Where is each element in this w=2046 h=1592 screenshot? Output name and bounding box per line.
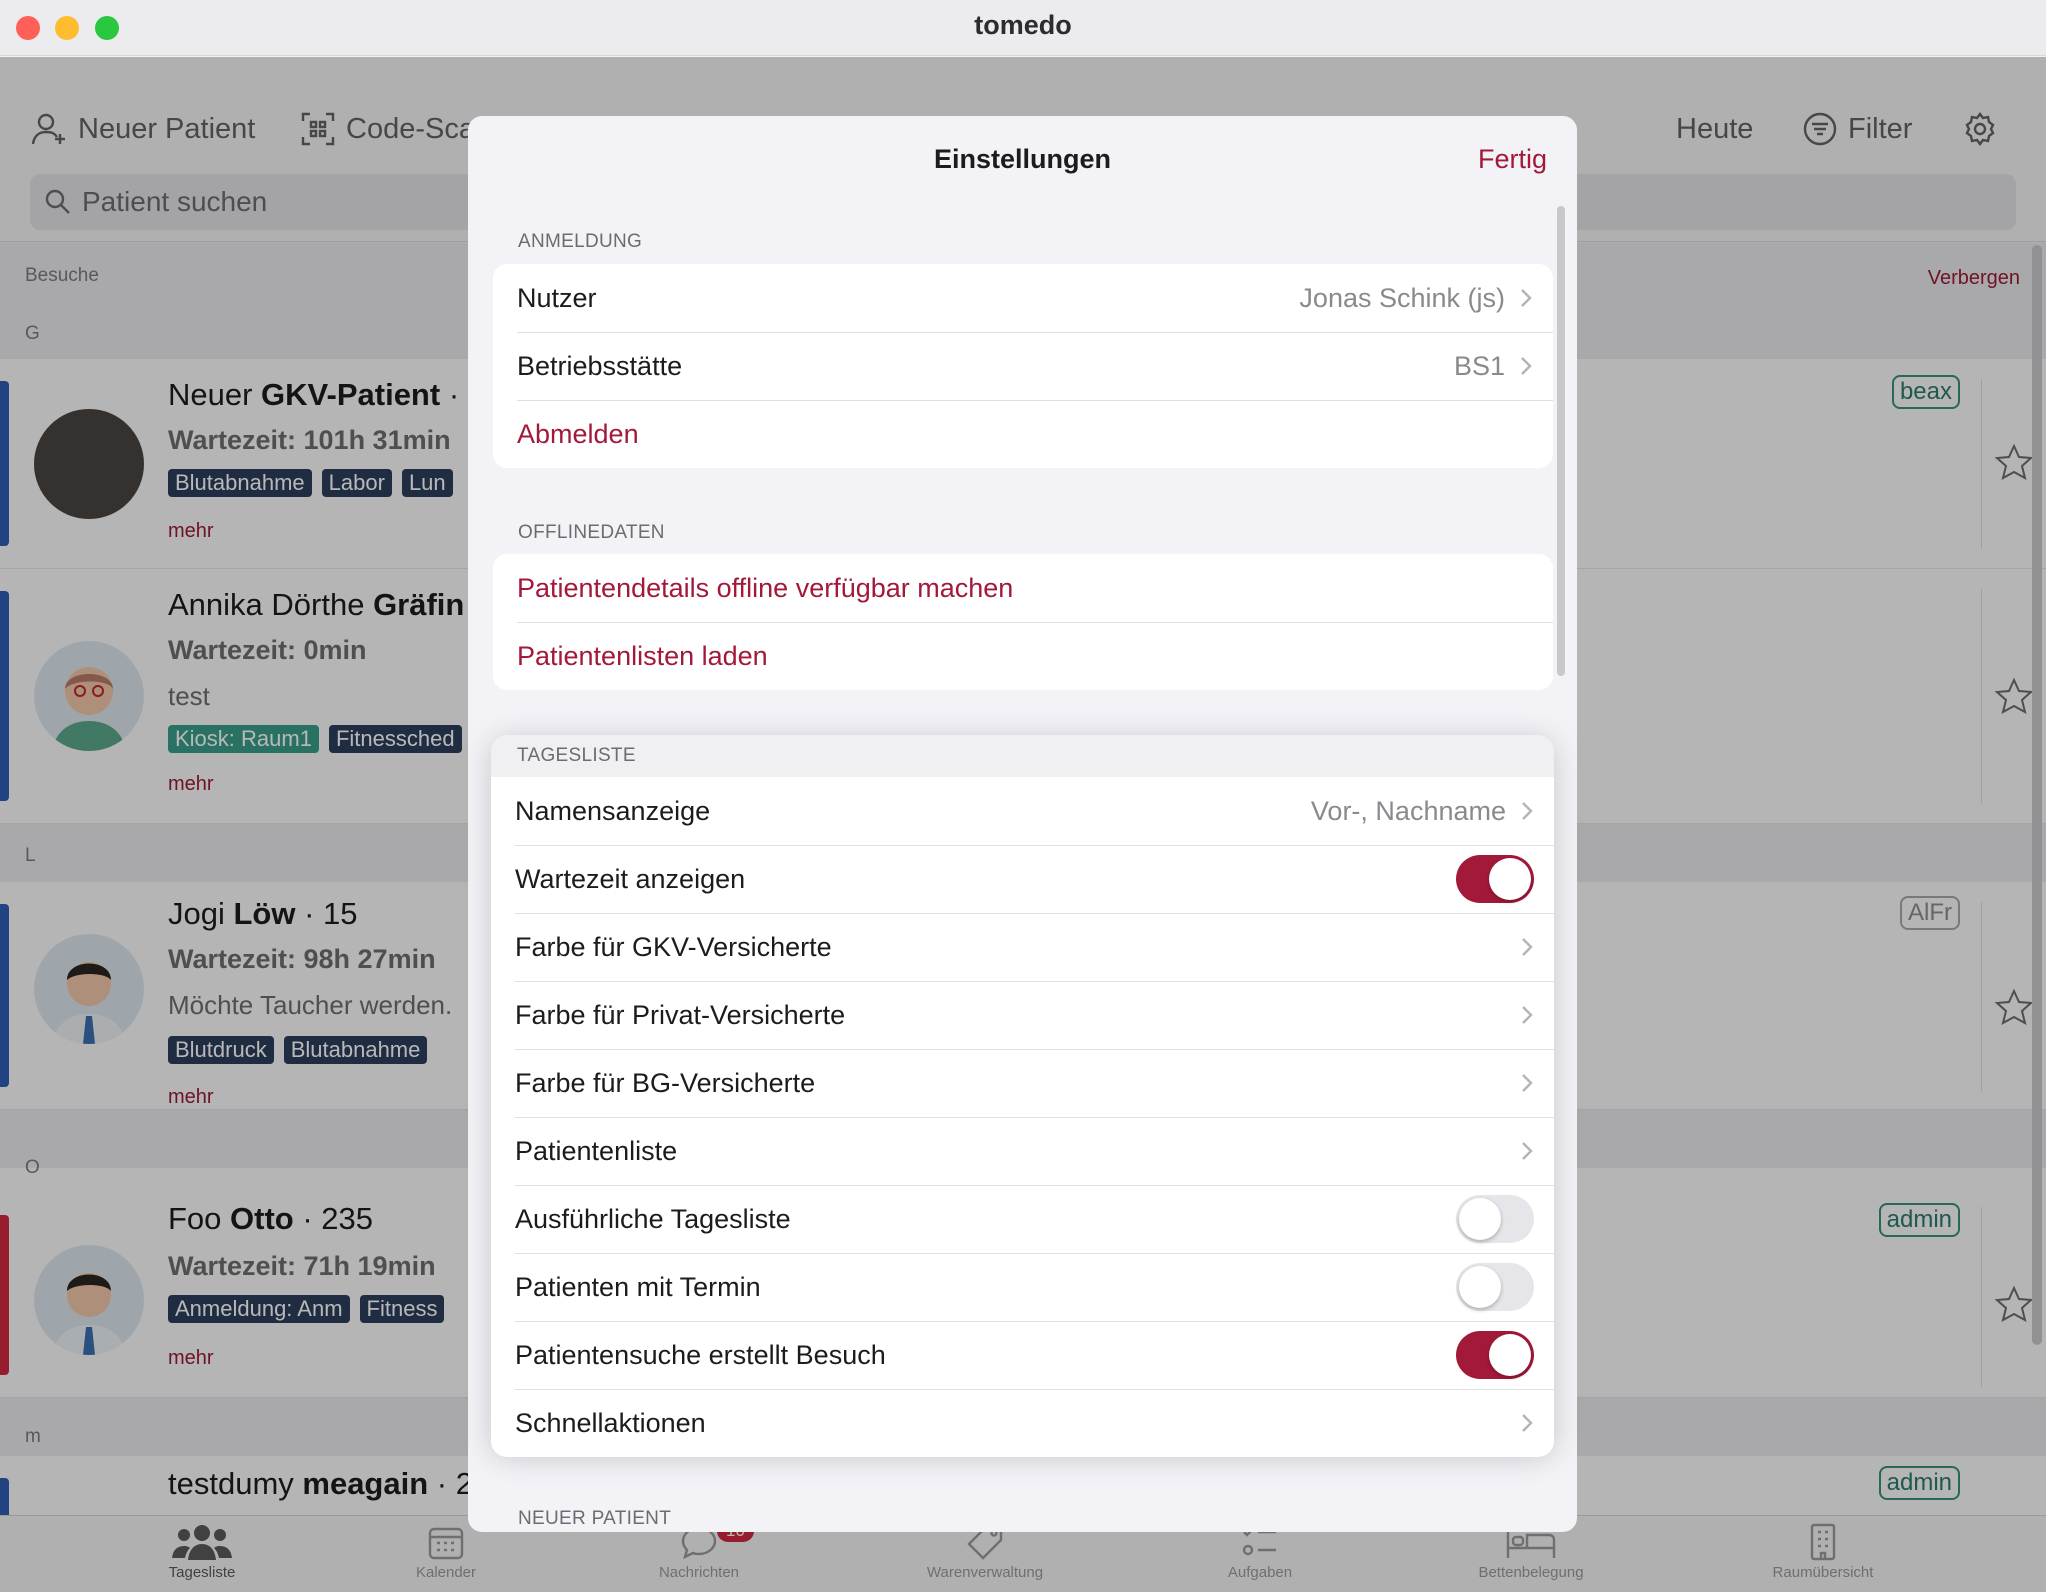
show-waiting-time-row: Wartezeit anzeigen [491, 845, 1554, 913]
chevron-right-icon [1522, 1414, 1533, 1432]
search-creates-visit-row: Patientensuche erstellt Besuch [491, 1321, 1554, 1389]
chevron-right-icon [1522, 938, 1533, 956]
offline-details-button[interactable]: Patientendetails offline verfügbar mache… [493, 554, 1553, 622]
load-lists-button[interactable]: Patientenlisten laden [493, 622, 1553, 690]
daily-list-settings-group: TAGESLISTE Namensanzeige Vor-, Nachname … [491, 735, 1554, 1457]
user-row[interactable]: Nutzer Jonas Schink (js) [493, 264, 1553, 332]
show-waiting-time-toggle[interactable] [1456, 855, 1534, 903]
logout-button[interactable]: Abmelden [493, 400, 1553, 468]
patient-list-row[interactable]: Patientenliste [491, 1117, 1554, 1185]
detailed-list-row: Ausführliche Tagesliste [491, 1185, 1554, 1253]
gkv-color-row[interactable]: Farbe für GKV-Versicherte [491, 913, 1554, 981]
setting-value: Vor-, Nachname [1310, 795, 1506, 826]
section-header-new-patient: NEUER PATIENT [518, 1508, 672, 1529]
patients-with-appointment-row: Patienten mit Termin [491, 1253, 1554, 1321]
site-value: BS1 [1453, 350, 1505, 381]
detailed-list-toggle[interactable] [1456, 1195, 1534, 1243]
chevron-right-icon [1522, 1074, 1533, 1092]
chevron-right-icon [1521, 289, 1532, 307]
name-display-row[interactable]: Namensanzeige Vor-, Nachname [491, 777, 1554, 845]
setting-label: Wartezeit anzeigen [515, 863, 746, 894]
setting-label: Ausführliche Tagesliste [515, 1203, 791, 1234]
chevron-right-icon [1521, 357, 1532, 375]
settings-title: Einstellungen [933, 144, 1112, 174]
login-group: Nutzer Jonas Schink (js) Betriebsstätte … [493, 264, 1553, 468]
setting-label: Patienten mit Termin [515, 1271, 761, 1302]
title-bar: tomedo [0, 0, 2046, 56]
load-lists-label: Patientenlisten laden [517, 640, 768, 671]
user-value: Jonas Schink (js) [1299, 282, 1505, 313]
quick-actions-row[interactable]: Schnellaktionen [491, 1389, 1554, 1457]
chevron-right-icon [1522, 1142, 1533, 1160]
chevron-right-icon [1522, 1006, 1533, 1024]
patients-with-appointment-toggle[interactable] [1456, 1263, 1534, 1311]
chevron-right-icon [1522, 802, 1533, 820]
section-header-offline: OFFLINEDATEN [518, 522, 665, 543]
daily-list-group: Namensanzeige Vor-, Nachname Wartezeit a… [491, 777, 1554, 1457]
site-label: Betriebsstätte [517, 350, 683, 381]
section-header-login: ANMELDUNG [518, 231, 643, 252]
offline-group: Patientendetails offline verfügbar mache… [493, 554, 1553, 690]
search-creates-visit-toggle[interactable] [1456, 1331, 1534, 1379]
setting-label: Namensanzeige [515, 795, 711, 826]
private-color-row[interactable]: Farbe für Privat-Versicherte [491, 981, 1554, 1049]
setting-label: Farbe für Privat-Versicherte [515, 999, 846, 1030]
setting-label: Schnellaktionen [515, 1407, 706, 1438]
settings-scrollbar[interactable] [1557, 206, 1565, 676]
done-button[interactable]: Fertig [1478, 144, 1547, 175]
section-header-daily-list: TAGESLISTE [517, 745, 636, 766]
site-row[interactable]: Betriebsstätte BS1 [493, 332, 1553, 400]
setting-label: Patientenliste [515, 1135, 678, 1166]
setting-label: Patientensuche erstellt Besuch [515, 1339, 886, 1370]
setting-label: Farbe für GKV-Versicherte [515, 931, 832, 962]
setting-label: Farbe für BG-Versicherte [515, 1067, 816, 1098]
offline-details-label: Patientendetails offline verfügbar mache… [517, 572, 1014, 603]
logout-label: Abmelden [517, 418, 639, 449]
window-title: tomedo [974, 10, 1072, 40]
bg-color-row[interactable]: Farbe für BG-Versicherte [491, 1049, 1554, 1117]
user-label: Nutzer [517, 282, 597, 313]
